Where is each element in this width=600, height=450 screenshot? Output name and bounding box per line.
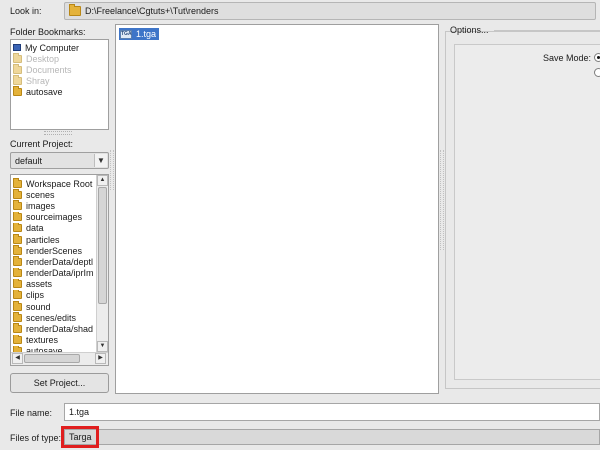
bookmark-label: Documents [26,64,72,75]
vertical-scrollbar[interactable]: ▲ ▼ [96,175,108,352]
horizontal-scrollbar[interactable]: ◀ ▶ [11,352,108,365]
file-list-pane[interactable]: TGA 1.tga [115,24,439,394]
files-of-type-label: Files of type: [10,433,62,443]
bookmarks-list[interactable]: My Computer Desktop Documents Shray auto… [10,39,109,130]
file-name-input[interactable]: 1.tga [64,403,600,421]
folder-label: data [26,223,44,234]
folder-label: particles [26,234,60,245]
folder-list-item[interactable]: data [13,222,95,234]
scrollbar-thumb[interactable] [24,354,80,363]
file-name-label: File name: [10,408,53,418]
look-in-path-field[interactable]: D:\Freelance\Cgtuts+\Tut\renders [64,2,596,20]
folder-icon [13,278,22,289]
bookmark-label: Shray [26,75,50,86]
save-mode-radio-1[interactable] [594,53,600,62]
scroll-right-icon[interactable]: ▶ [95,353,106,364]
folder-label: renderScenes [26,245,83,256]
folder-label: renderData/iprIm [26,268,94,279]
bookmark-label: autosave [26,86,63,97]
folder-icon [13,64,22,74]
folder-label: renderData/shad [26,324,94,335]
folder-list-item[interactable]: assets [13,278,95,290]
folder-icon [13,289,22,300]
options-divider [494,30,600,31]
folder-icon [13,53,22,63]
annotation-highlight-box [61,426,99,448]
bookmark-label: My Computer [25,42,80,53]
left-splitter-grip[interactable] [110,150,114,190]
project-folders-list[interactable]: Workspace Root scenes images sourceimages da… [10,174,109,366]
save-mode-label: Save Mode: [543,53,592,63]
folder-icon [13,86,22,96]
look-in-label: Look in: [10,6,42,16]
folder-label: images [26,200,56,211]
look-in-path: D:\Freelance\Cgtuts+\Tut\renders [85,6,219,16]
folder-list-item[interactable]: scenes [13,189,95,200]
folder-label: clips [26,290,45,301]
tga-file-icon: TGA [120,29,132,39]
current-project-select[interactable]: default ▼ [10,152,109,169]
current-project-label: Current Project: [10,139,74,149]
scroll-left-icon[interactable]: ◀ [12,353,23,364]
folder-list-item[interactable]: Workspace Root [13,178,95,189]
folder-icon [13,334,22,345]
folder-list-item[interactable]: renderData/iprIm [13,267,95,279]
folder-label: scenes/edits [26,312,77,323]
folder-icon [13,178,22,188]
folder-label: sound [26,301,51,312]
folder-icon [69,4,81,16]
folder-icon [13,323,22,334]
file-name-value: 1.tga [69,407,90,417]
folder-list-item[interactable]: textures [13,334,95,346]
folder-icon [13,75,22,85]
folder-icon [13,312,22,322]
file-name-label: 1.tga [136,29,157,39]
folder-label: assets [26,279,53,290]
folder-icon [13,301,22,311]
folder-icon [13,245,22,255]
folder-list-item[interactable]: particles [13,233,95,245]
bookmark-documents[interactable]: Documents [13,64,106,75]
folder-icon [13,189,22,199]
bookmarks-resize-grip[interactable] [44,131,72,135]
folder-list-item[interactable]: images [13,200,95,211]
folder-icon [13,211,22,222]
chevron-down-icon[interactable]: ▼ [94,154,107,167]
save-mode-radio-2[interactable] [594,68,600,77]
options-inner-panel [454,44,600,380]
folder-list-item[interactable]: renderScenes [13,245,95,256]
bookmark-autosave[interactable]: autosave [13,86,106,97]
folder-list-item[interactable]: clips [13,289,95,301]
folder-label: renderData/deptl [26,256,94,267]
folder-label: textures [26,335,59,346]
current-project-value: default [15,155,43,166]
computer-icon [13,44,21,51]
folder-list-item[interactable]: sound [13,301,95,312]
options-legend: Options... [450,25,489,35]
bookmark-label: Desktop [26,53,60,64]
folder-icon [13,256,22,266]
folder-icon [13,267,22,278]
folder-list-item[interactable]: renderData/deptl [13,256,95,267]
folder-icon [13,222,22,233]
scrollbar-thumb[interactable] [98,187,107,304]
folder-label: scenes [26,189,55,200]
folder-list-item[interactable]: scenes/edits [13,312,95,323]
scroll-up-icon[interactable]: ▲ [97,175,108,186]
folder-icon [13,200,22,210]
bookmark-shray[interactable]: Shray [13,75,106,86]
file-item-selected[interactable]: TGA 1.tga [119,28,160,40]
scroll-down-icon[interactable]: ▼ [97,341,108,352]
folder-icon [13,233,22,244]
set-project-button[interactable]: Set Project... [10,373,109,393]
folder-list-item[interactable]: renderData/shad [13,323,95,334]
folder-label: Workspace Root [26,178,93,189]
files-of-type-select[interactable]: Targa [64,429,600,445]
folder-bookmarks-label: Folder Bookmarks: [10,27,86,37]
bookmark-desktop[interactable]: Desktop [13,53,106,64]
right-splitter-grip[interactable] [440,150,444,250]
folder-label: sourceimages [26,212,83,223]
bookmark-my-computer[interactable]: My Computer [13,42,106,53]
folder-list-item[interactable]: sourceimages [13,211,95,223]
